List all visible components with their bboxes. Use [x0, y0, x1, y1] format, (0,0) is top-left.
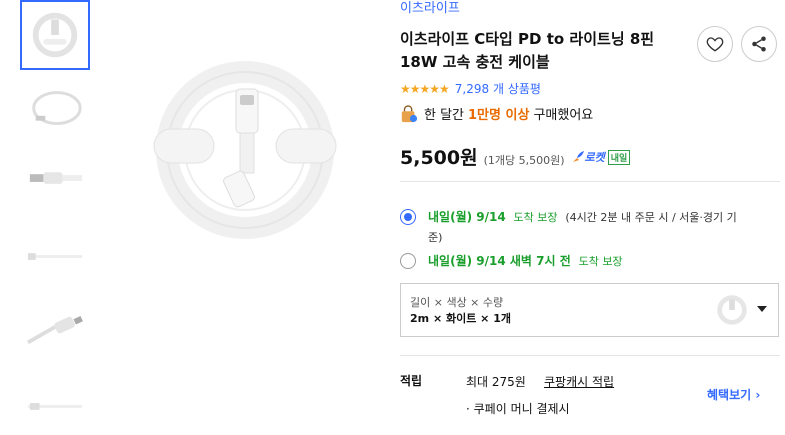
thumbnail-2[interactable] — [20, 75, 90, 145]
lightning-connector-thumbnail — [29, 172, 83, 184]
see-benefits-link[interactable]: 혜택보기 › — [707, 386, 760, 403]
rocket-tomorrow-badge: 내일 — [607, 149, 631, 165]
delivery-date-2: 내일(월) 9/14 새벽 7시 전 — [428, 254, 571, 268]
thumbnail-6[interactable] — [20, 370, 90, 435]
rocket-label: 로켓 — [584, 151, 605, 164]
review-count-link[interactable]: 7,298 개 상품평 — [455, 80, 541, 97]
main-product-image — [153, 61, 337, 239]
share-button[interactable] — [741, 26, 777, 62]
option-selector-label: 길이 × 색상 × 수량 — [410, 296, 504, 309]
delivery-type-2: 도착 보장 — [578, 255, 623, 268]
benefit-label: 적립 — [400, 374, 423, 388]
title-line-1: 이츠라이프 C타입 PD to 라이트닝 8핀 — [400, 30, 655, 48]
divider — [400, 181, 780, 182]
rocket-delivery-badge: 로켓 내일 — [571, 149, 631, 165]
cable-end-thumbnail — [27, 403, 83, 410]
thumbnail-3[interactable] — [20, 145, 90, 215]
coupang-cash-link[interactable]: 쿠팡캐시 적립 — [544, 373, 614, 390]
benefit-max: 최대 275원 — [466, 375, 526, 389]
radio-selected[interactable] — [400, 209, 416, 225]
delivery-option-1[interactable]: 내일(월) 9/14 도착 보장 (4시간 2분 내 주문 시 / 서울·경기 … — [400, 208, 737, 245]
wishlist-button[interactable] — [697, 26, 733, 62]
delivery-date-1: 내일(월) 9/14 — [428, 210, 506, 224]
monthly-prefix: 한 달간 — [424, 108, 465, 123]
rating-row: ★★★★★ 7,298 개 상품평 — [400, 80, 541, 97]
option-selector-value: 2m × 화이트 × 1개 — [410, 312, 512, 325]
delivery-note-1: (4시간 2분 내 주문 시 / 서울·경기 기 — [565, 211, 737, 224]
thumbnail-1[interactable] — [20, 0, 90, 70]
cable-straight-thumbnail — [27, 253, 83, 260]
coupay-money-note: · 쿠페이 머니 결제시 — [466, 402, 570, 416]
delivery-type-1: 도착 보장 — [513, 211, 558, 224]
thumbnail-5[interactable] — [20, 292, 90, 362]
monthly-purchase-info: 한 달간 1만명 이상 구매했어요 — [400, 104, 593, 123]
title-line-2: 18W 고속 충전 케이블 — [400, 53, 550, 71]
shopping-bag-icon — [401, 104, 418, 122]
heart-icon — [706, 37, 724, 52]
thumbnail-4[interactable] — [20, 222, 90, 292]
cable-loop-thumbnail — [32, 91, 82, 125]
monthly-highlight: 1만명 이상 — [468, 108, 530, 123]
radio-unselected[interactable] — [400, 253, 416, 269]
delivery-option-1-text: 내일(월) 9/14 도착 보장 (4시간 2분 내 주문 시 / 서울·경기 … — [428, 208, 737, 245]
delivery-option-2[interactable]: 내일(월) 9/14 새벽 7시 전 도착 보장 — [400, 252, 623, 269]
share-icon — [752, 36, 766, 52]
delivery-option-2-text: 내일(월) 9/14 새벽 7시 전 도착 보장 — [428, 252, 623, 269]
divider — [400, 355, 780, 356]
usbc-connector-thumbnail — [26, 315, 83, 345]
star-rating: ★★★★★ — [400, 81, 450, 96]
price-row: 5,500원 (1개당 5,500원) 로켓 내일 — [400, 143, 631, 170]
monthly-suffix: 구매했어요 — [533, 108, 594, 123]
cable-coil-thumbnail — [32, 12, 78, 58]
rocket-icon — [572, 151, 584, 162]
brand-link[interactable]: 이츠라이프 — [400, 0, 460, 16]
unit-price: (1개당 5,500원) — [483, 154, 565, 167]
delivery-note-1b: 준) — [428, 231, 443, 244]
product-title: 이츠라이프 C타입 PD to 라이트닝 8핀 18W 고속 충전 케이블 — [400, 28, 685, 74]
option-thumbnail — [717, 295, 747, 325]
option-selector[interactable]: 길이 × 색상 × 수량 2m × 화이트 × 1개 — [400, 283, 779, 337]
chevron-down-icon — [757, 306, 767, 312]
sale-price: 5,500원 — [400, 147, 478, 169]
